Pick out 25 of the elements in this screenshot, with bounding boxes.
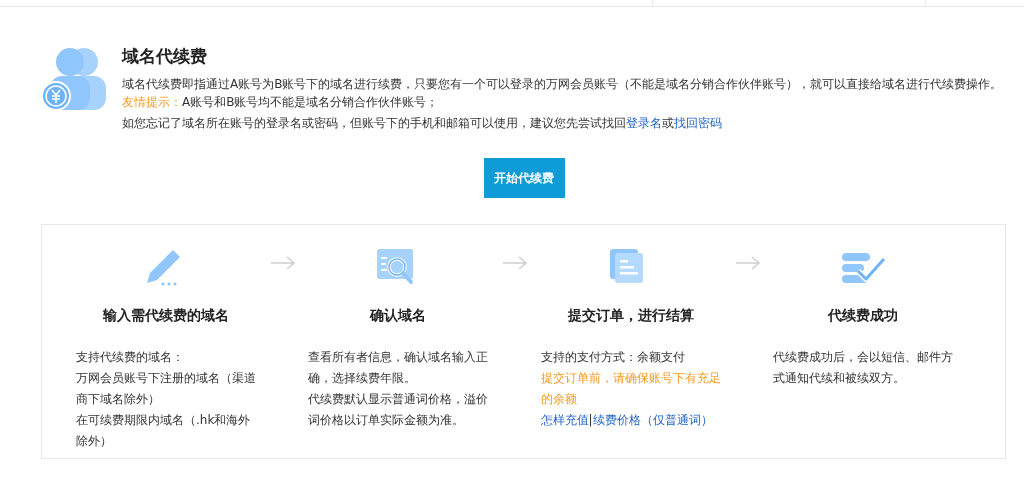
- text-line: 万网会员账号下注册的域名（渠道商下域名除外）: [76, 370, 257, 408]
- link[interactable]: 找回密码: [674, 116, 722, 130]
- text-line: 怎样充值|续费价格（仅普通词）: [540, 412, 714, 429]
- text-line: 如您忘记了域名所在账号的登录名或密码，但账号下的手机和邮箱可以使用，建议您先尝试找回登录名或找回密码: [122, 115, 723, 132]
- text-line: 友情提示：A账号和B账号均不能是域名分销合作伙伴账号；: [122, 94, 440, 111]
- page-title: 域名代续费: [122, 45, 208, 67]
- text-line: 支持代续费的域名：: [76, 349, 185, 366]
- text-line: 在可续费期限内域名（.hk和海外除外）: [76, 412, 252, 450]
- link[interactable]: 怎样充值: [540, 413, 589, 427]
- start-button[interactable]: 开始代续费: [483, 158, 565, 198]
- text-line: 查看所有者信息，确认域名输入正确，选择续费年限。: [308, 349, 490, 387]
- step-title: 确认域名: [368, 306, 428, 325]
- text-line: 提交订单前，请确保账号下有充足的余额: [540, 370, 722, 408]
- text-line: 代续费默认显示普通词价格，溢价词价格以订单实际金额为准。: [308, 391, 490, 429]
- text-line: 代续费成功后，会以短信、邮件方式通知代续和被续双方。: [772, 349, 954, 387]
- step-title: 提交订单，进行结算: [566, 306, 695, 325]
- step-title: 代续费成功: [826, 306, 899, 325]
- text-line: 支持的支付方式：余额支付: [540, 349, 686, 366]
- arrow-icon: [502, 256, 529, 270]
- step-title: 输入需代续费的域名: [102, 306, 230, 325]
- text-line: 域名代续费即指通过A账号为B账号下的域名进行续费，只要您有一个可以登录的万网会员账号（不能是域名分销合作伙伴账号），就可以直接给域名进行代续费操作。: [122, 76, 1003, 93]
- arrow-icon: [734, 256, 761, 270]
- link[interactable]: 续费价格（仅普通词）: [592, 413, 713, 427]
- arrow-icon: [270, 256, 296, 270]
- link[interactable]: 登录名: [626, 116, 662, 130]
